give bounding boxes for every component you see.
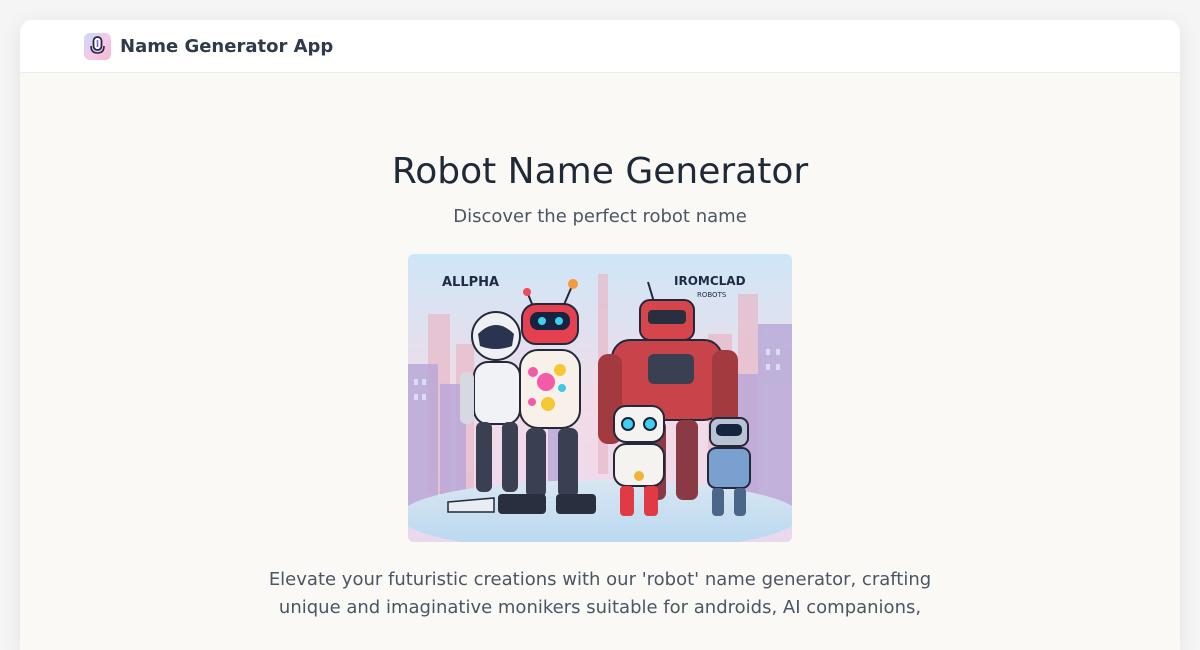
page-description: Elevate your futuristic creations with o… xyxy=(268,569,932,618)
robots-hero-image: ALLPHA IROMCLAD ROBOTS xyxy=(408,254,792,542)
app-logo-icon[interactable] xyxy=(84,32,111,60)
page-subtitle: Discover the perfect robot name xyxy=(453,206,747,227)
app-window: Name Generator App Robot Name Generator … xyxy=(20,20,1180,650)
page-title: Robot Name Generator xyxy=(391,151,809,192)
sign-right-title-text: IROMCLAD xyxy=(674,274,746,288)
brand-name-link[interactable]: Name Generator App xyxy=(120,36,333,57)
microphone-icon xyxy=(90,36,105,54)
main-content: Robot Name Generator Discover the perfec… xyxy=(20,150,1180,622)
top-navbar: Name Generator App xyxy=(20,20,1180,73)
sign-right-sub-text: ROBOTS xyxy=(697,291,727,299)
sign-left-text: ALLPHA xyxy=(442,275,499,290)
